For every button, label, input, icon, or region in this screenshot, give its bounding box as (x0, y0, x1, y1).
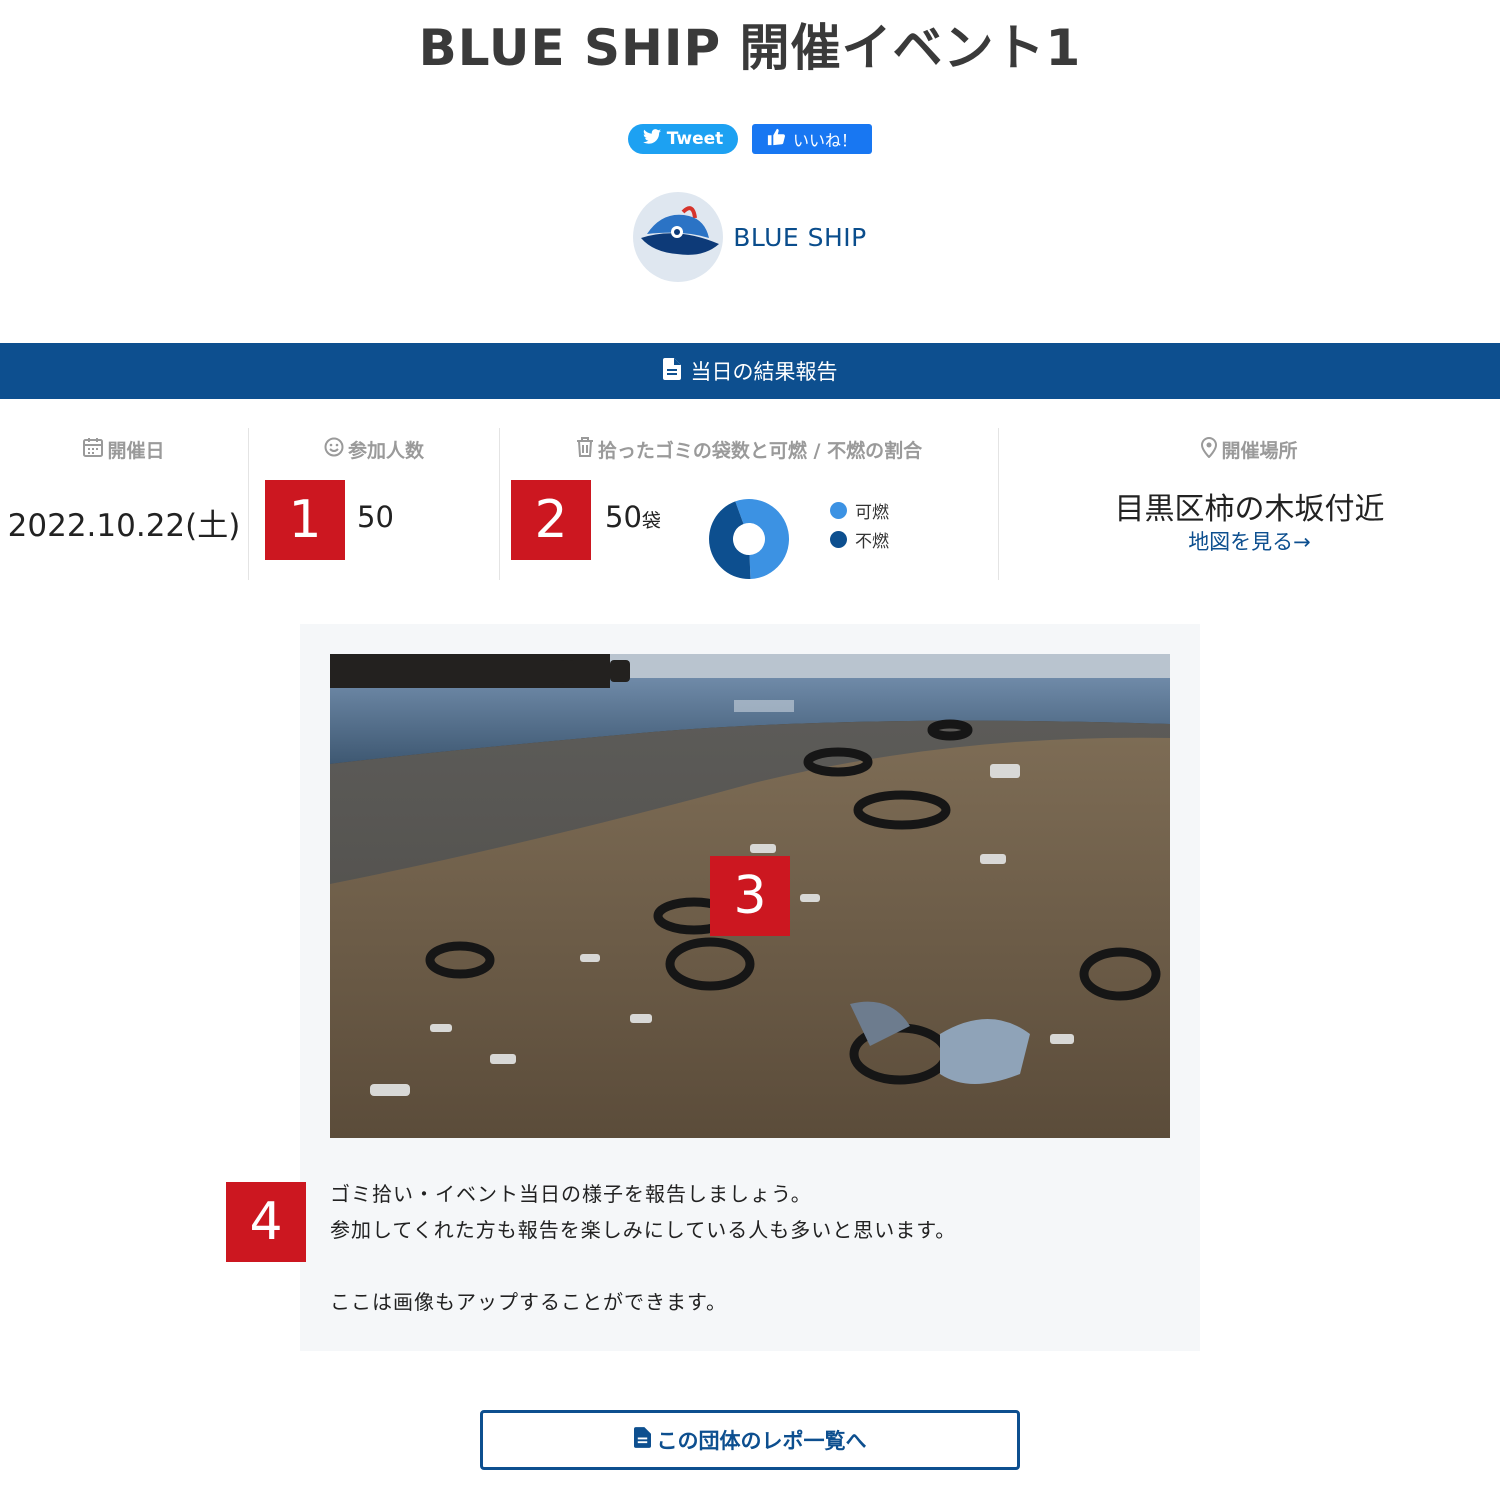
map-link[interactable]: 地図を見る→ (999, 526, 1500, 556)
annotation-badge-4: 4 (226, 1182, 306, 1262)
org-avatar (633, 192, 724, 282)
report-section-label: 当日の結果報告 (690, 360, 838, 384)
stat-place-heading: 開催場所 (999, 436, 1500, 463)
like-button[interactable]: いいね！ (752, 124, 872, 154)
tweet-button[interactable]: Tweet (628, 124, 738, 154)
tweet-label: Tweet (666, 129, 724, 149)
garbage-bag-unit: 袋 (641, 510, 661, 532)
stat-date: 開催日 2022.10.22(土) (0, 428, 248, 580)
document-icon (662, 357, 681, 385)
event-date: 2022.10.22(土) (7, 508, 241, 544)
share-buttons: Tweet いいね！ (0, 124, 1500, 154)
event-place: 目黒区柿の木坂付近 (1114, 492, 1385, 527)
legend-item-nonburnable: 不燃 (830, 525, 889, 554)
pirate-hat-logo (641, 206, 720, 255)
page-title: BLUE SHIP 開催イベント1 (418, 19, 1082, 77)
garbage-bag-value: 50 (605, 500, 642, 534)
report-list-label: この団体のレポ一覧へ (656, 1429, 867, 1453)
report-line: 参加してくれた方も報告を楽しみにしている人も多いと思います。 (330, 1218, 957, 1242)
like-label: いいね！ (792, 131, 857, 150)
stat-place: 開催場所 目黒区柿の木坂付近 地図を見る→ (999, 428, 1500, 580)
report-line: ここは画像もアップすることができます。 (330, 1290, 727, 1314)
annotation-badge-3: 3 (710, 856, 790, 936)
report-text: ゴミ拾い・イベント当日の様子を報告しましょう。 参加してくれた方も報告を楽しみに… (330, 1176, 956, 1320)
chart-legend: 可燃 不燃 (830, 496, 889, 554)
annotation-badge-2: 2 (511, 480, 591, 560)
legend-item-burnable: 可燃 (830, 496, 889, 525)
garbage-bag-count: 50袋 (605, 500, 661, 534)
report-line: ゴミ拾い・イベント当日の様子を報告しましょう。 (330, 1182, 812, 1206)
report-panel: 3 4 ゴミ拾い・イベント当日の様子を報告しましょう。 参加してくれた方も報告を… (226, 624, 1200, 1351)
document-icon (633, 1427, 651, 1453)
participant-count: 50 (357, 500, 394, 534)
annotation-badge-1: 1 (265, 480, 345, 560)
map-pin-icon (1201, 436, 1218, 463)
report-list-button[interactable]: この団体のレポ一覧へ (480, 1410, 1020, 1470)
org-link[interactable]: BLUE SHIP (0, 192, 1500, 282)
trash-icon (576, 437, 594, 462)
report-line (330, 1248, 956, 1284)
garbage-ratio-chart (709, 498, 790, 579)
calendar-icon (83, 437, 104, 462)
org-name: BLUE SHIP (733, 222, 867, 252)
stat-garbage-heading: 拾ったゴミの袋数と可燃 / 不燃の割合 (500, 436, 998, 463)
stat-date-heading: 開催日 (0, 436, 248, 463)
stat-garbage: 拾ったゴミの袋数と可燃 / 不燃の割合 2 50袋 (500, 428, 998, 580)
twitter-icon (642, 129, 661, 149)
thumbs-up-icon (767, 128, 785, 150)
smile-icon (324, 437, 344, 462)
legend-dot-burnable (830, 502, 847, 519)
stats-row: 開催日 2022.10.22(土) 参加人数 1 50 拾ったゴミの袋数と可燃 … (0, 428, 1500, 580)
report-section-header: 当日の結果報告 (0, 343, 1500, 399)
stat-participants: 参加人数 1 50 (249, 428, 499, 580)
stat-participants-heading: 参加人数 (249, 436, 499, 463)
legend-dot-nonburnable (830, 531, 847, 548)
